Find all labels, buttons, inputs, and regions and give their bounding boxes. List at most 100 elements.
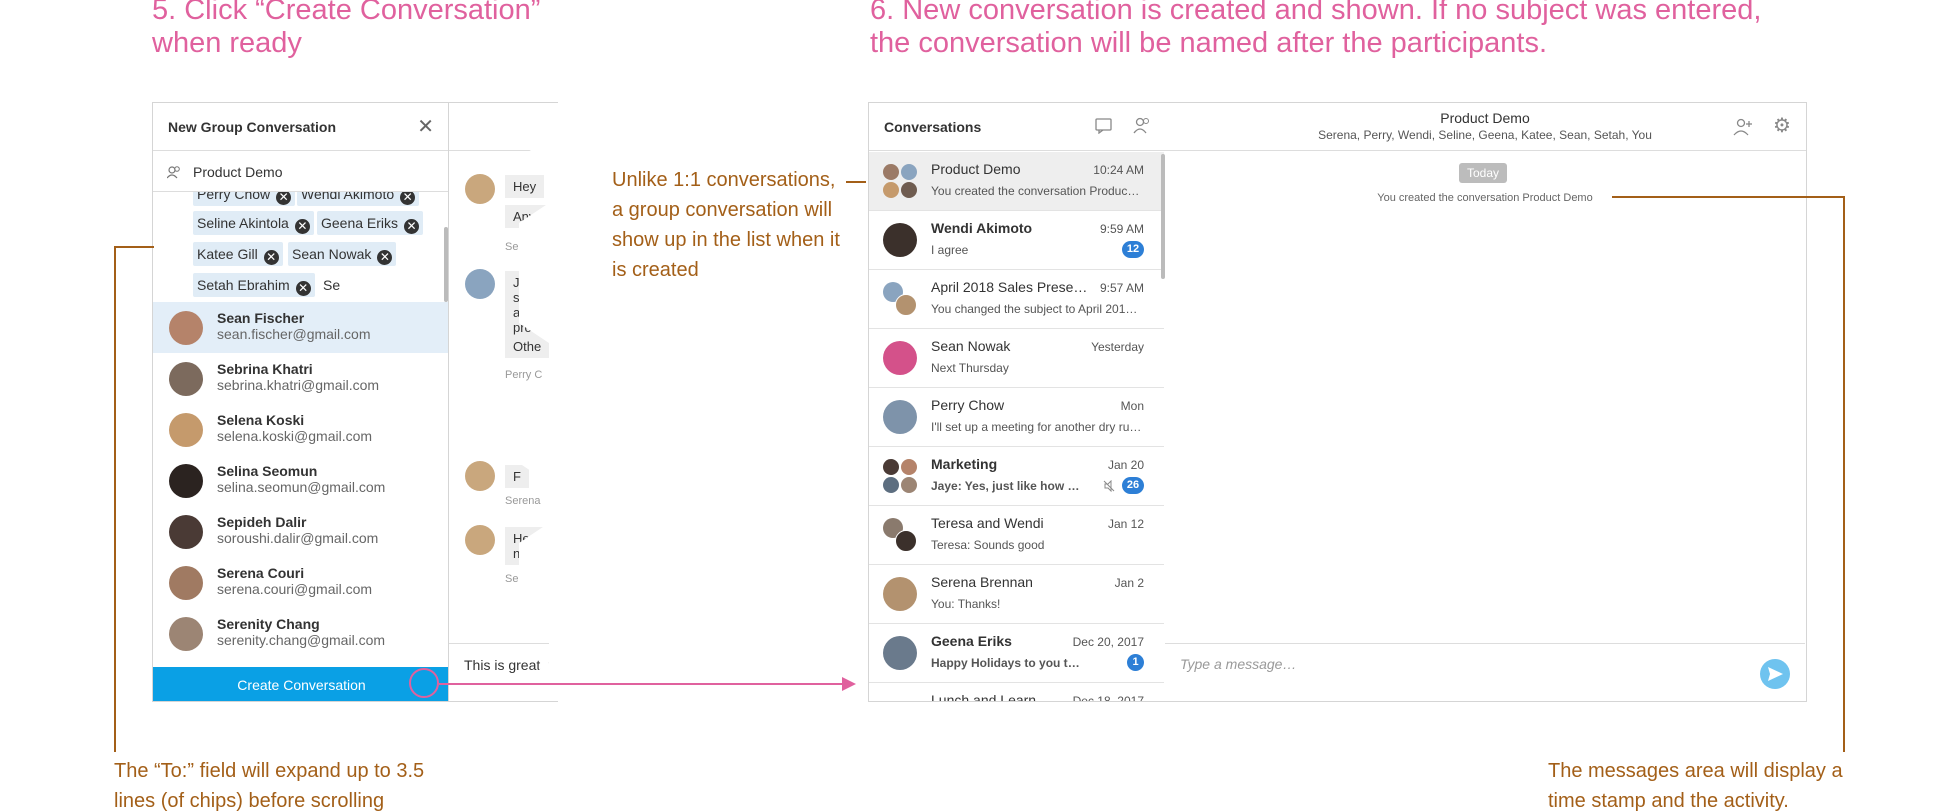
conversation-title: Marketing (931, 456, 998, 472)
new-group-title: New Group Conversation (168, 119, 337, 135)
step6-caption: 6. New conversation is created and shown… (870, 0, 1761, 60)
callout-line (114, 246, 116, 752)
avatar (883, 477, 899, 493)
note-to-field: The “To:” field will expand up to 3.5 li… (114, 756, 424, 812)
muted-icon (1103, 480, 1115, 492)
recipient-chip: Geena Eriks ✕ (317, 211, 424, 235)
suggestion-email: serena.couri@gmail.com (217, 581, 373, 597)
arrow-head-icon (842, 677, 856, 691)
conversation-time: 9:57 AM (1099, 281, 1144, 295)
conversation-preview: I agree (931, 243, 969, 257)
chat-panel: Product Demo Serena, Perry, Wendi, Selin… (1165, 102, 1807, 702)
conversation-item[interactable]: Marketing Jan 20 Jaye: Yes, just like ho… (869, 447, 1164, 506)
conversation-time: Yesterday (1091, 340, 1144, 354)
conversations-header: Conversations (869, 103, 1165, 151)
suggestion-item[interactable]: Sebrina Khatri sebrina.khatri@gmail.com (153, 353, 448, 404)
step6-line1: 6. New conversation is created and shown… (870, 0, 1762, 26)
suggestion-name: Sean Fischer (217, 310, 305, 326)
conversation-preview: Next Thursday (931, 361, 1009, 375)
conversation-item[interactable]: Geena Eriks Dec 20, 2017 Happy Holidays … (869, 624, 1164, 683)
conversation-time: Dec 18, 2017 (1072, 694, 1144, 702)
conversation-item[interactable]: Wendi Akimoto 9:59 AM I agree 12 (869, 211, 1164, 270)
remove-chip-icon[interactable]: ✕ (404, 219, 420, 234)
avatar (883, 459, 899, 475)
callout-line (1843, 196, 1845, 752)
conversation-item[interactable]: Serena Brennan Jan 2 You: Thanks! (869, 565, 1164, 624)
suggestion-item[interactable]: Sepideh Dalir soroushi.dalir@gmail.com (153, 506, 448, 557)
conversation-item[interactable]: Sean Nowak Yesterday Next Thursday (869, 329, 1164, 388)
conversation-item[interactable]: Teresa and Wendi Jan 12 Teresa: Sounds g… (869, 506, 1164, 565)
remove-chip-icon[interactable]: ✕ (400, 192, 416, 205)
recipient-chip: Wendi Akimoto ✕ (297, 192, 420, 206)
new-group-icon[interactable] (1133, 117, 1151, 134)
chat-participants: Serena, Perry, Wendi, Seline, Geena, Kat… (1318, 128, 1652, 142)
step5-line2: when ready (152, 27, 302, 59)
avatar (169, 413, 203, 447)
chat-title: Product Demo (1440, 110, 1530, 126)
suggestion-email: sebrina.khatri@gmail.com (217, 377, 380, 393)
recipient-chip: Sean Nowak ✕ (288, 242, 397, 266)
create-conversation-button[interactable]: Create Conversation (153, 667, 448, 701)
conversation-title: Perry Chow (931, 397, 1005, 413)
suggestion-email: selena.koski@gmail.com (217, 428, 373, 444)
note-line: The “To:” field will expand up to 3.5 (114, 760, 425, 782)
suggestion-item[interactable]: Selena Koski selena.koski@gmail.com (153, 404, 448, 455)
message-composer[interactable]: Type a message… (1165, 643, 1805, 703)
conversation-item[interactable]: Lunch and Learn Dec 18, 2017 (869, 683, 1164, 702)
suggestion-item[interactable]: Selina Seomun selina.seomun@gmail.com (153, 455, 448, 506)
close-icon[interactable]: ✕ (417, 114, 434, 139)
avatar (883, 164, 899, 180)
conversation-time: 9:59 AM (1099, 222, 1144, 236)
send-button[interactable] (1760, 659, 1790, 689)
note-line: is created (612, 259, 699, 281)
conversation-item[interactable]: Product Demo 10:24 AM You created the co… (869, 152, 1164, 211)
background-chat-panel: Hey Anythi Seri Janet s and it pro Othe … (448, 102, 558, 702)
note-group-list: Unlike 1:1 conversations, a group conver… (612, 165, 840, 285)
callout-line (114, 246, 154, 248)
conversation-time: Jan 2 (1114, 576, 1144, 590)
suggestion-item[interactable]: Serenity Chang serenity.chang@gmail.com (153, 608, 448, 659)
unread-badge: 1 (1127, 654, 1144, 671)
conversation-time: Mon (1120, 399, 1144, 413)
suggestion-item[interactable]: Sean Fischer sean.fischer@gmail.com (153, 302, 448, 353)
conversation-preview: Jaye: Yes, just like how it … (931, 479, 1081, 493)
conversation-preview: Happy Holidays to you too! (931, 656, 1081, 670)
conversation-preview: You changed the subject to April 201… (931, 302, 1138, 316)
group-icon (167, 166, 180, 179)
conversation-title: Product Demo (931, 161, 1021, 177)
remove-chip-icon[interactable]: ✕ (263, 250, 279, 265)
conversation-title: Sean Nowak (931, 338, 1011, 354)
conversations-panel: Conversations Product Demo 10:24 AM You … (868, 102, 1166, 702)
remove-chip-icon[interactable]: ✕ (276, 192, 292, 205)
suggestion-item[interactable]: Serena Couri serena.couri@gmail.com (153, 557, 448, 608)
remove-chip-icon[interactable]: ✕ (377, 250, 393, 265)
to-scrollbar[interactable] (444, 227, 448, 302)
suggestion-email: serenity.chang@gmail.com (217, 632, 386, 648)
remove-chip-icon[interactable]: ✕ (294, 219, 310, 234)
avatar (883, 223, 917, 257)
note-messages: The messages area will display a time st… (1548, 756, 1843, 812)
settings-gear-icon[interactable]: ⚙ (1773, 113, 1791, 138)
avatar (901, 477, 917, 493)
avatar (465, 269, 495, 299)
note-line: The messages area will display a (1548, 760, 1843, 782)
subject-field[interactable]: Product Demo (153, 152, 448, 192)
subject-input[interactable]: Product Demo (193, 164, 282, 180)
to-field[interactable]: Perry Chow ✕ Wendi Akimoto ✕ Seline Akinto… (153, 192, 448, 302)
conversation-item[interactable]: Perry Chow Mon I'll set up a meeting for… (869, 388, 1164, 447)
avatar (465, 174, 495, 204)
conversation-time: 10:24 AM (1093, 163, 1144, 177)
suggestion-name: Selina Seomun (217, 463, 318, 479)
conversation-item[interactable]: April 2018 Sales Prese… 9:57 AM You chan… (869, 270, 1164, 329)
unread-badge: 26 (1122, 477, 1144, 494)
message-input[interactable]: Type a message… (1180, 656, 1296, 672)
conversation-preview: I'll set up a meeting for another dry ru… (931, 420, 1142, 434)
to-input[interactable]: Se (323, 277, 340, 293)
add-person-icon[interactable] (1733, 118, 1753, 136)
suggestion-name: Sebrina Khatri (217, 361, 313, 377)
remove-chip-icon[interactable]: ✕ (295, 281, 311, 296)
conversation-preview: You created the conversation Produc… (931, 184, 1140, 198)
conversation-title: Wendi Akimoto (931, 220, 1033, 236)
new-chat-icon[interactable] (1095, 118, 1113, 134)
conversation-title: Teresa and Wendi (931, 515, 1044, 531)
